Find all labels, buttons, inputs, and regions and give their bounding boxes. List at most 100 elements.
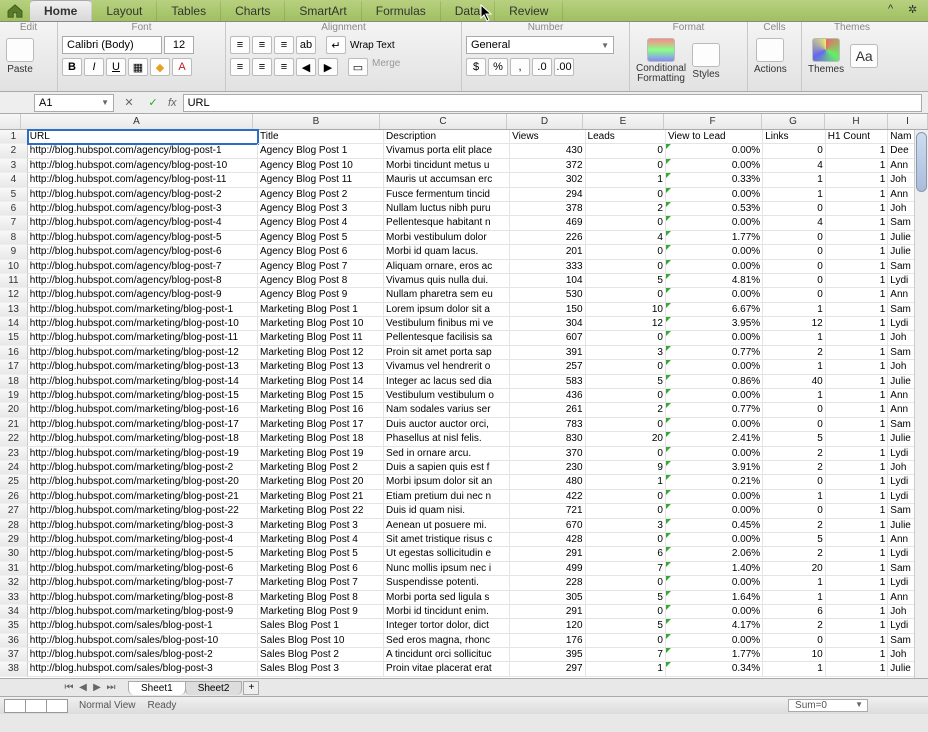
data-cell[interactable]: 6 — [763, 605, 826, 619]
data-cell[interactable]: 12 — [763, 317, 826, 331]
data-cell[interactable]: 1 — [763, 331, 826, 345]
scrollbar-thumb[interactable] — [916, 132, 927, 192]
styles-button[interactable]: Styles — [690, 41, 722, 82]
data-cell[interactable]: 0.33% — [666, 173, 763, 187]
data-cell[interactable]: Marketing Blog Post 16 — [258, 403, 384, 417]
data-cell[interactable]: 7 — [586, 562, 666, 576]
data-cell[interactable]: Morbi vestibulum dolor — [384, 231, 510, 245]
row-header[interactable]: 23 — [0, 447, 28, 461]
data-cell[interactable]: Nunc mollis ipsum nec i — [384, 562, 510, 576]
data-cell[interactable]: Integer ac lacus sed dia — [384, 375, 510, 389]
data-cell[interactable]: 0 — [763, 144, 826, 158]
row-header[interactable]: 5 — [0, 188, 28, 202]
data-cell[interactable]: 0 — [586, 576, 666, 590]
data-cell[interactable]: 0.00% — [666, 216, 763, 230]
merge-button[interactable]: Merge — [372, 58, 400, 76]
row-header[interactable]: 25 — [0, 475, 28, 489]
sum-display[interactable]: Sum=0 — [788, 699, 868, 712]
data-cell[interactable]: 0 — [763, 288, 826, 302]
data-cell[interactable]: Sales Blog Post 1 — [258, 619, 384, 633]
data-cell[interactable]: http://blog.hubspot.com/marketing/blog-p… — [28, 591, 258, 605]
data-cell[interactable]: 3 — [586, 346, 666, 360]
data-cell[interactable]: 583 — [510, 375, 585, 389]
data-cell[interactable]: http://blog.hubspot.com/marketing/blog-p… — [28, 504, 258, 518]
data-cell[interactable]: 1 — [826, 403, 889, 417]
row-header[interactable]: 19 — [0, 389, 28, 403]
header-cell[interactable]: URL — [28, 130, 258, 144]
data-cell[interactable]: 1 — [826, 519, 889, 533]
data-cell[interactable]: 1 — [826, 144, 889, 158]
data-cell[interactable]: Nullam luctus nibh puru — [384, 202, 510, 216]
data-cell[interactable]: Marketing Blog Post 12 — [258, 346, 384, 360]
data-cell[interactable]: 10 — [763, 648, 826, 662]
data-cell[interactable]: 1 — [763, 303, 826, 317]
data-cell[interactable]: 1 — [826, 432, 889, 446]
data-cell[interactable]: http://blog.hubspot.com/agency/blog-post… — [28, 173, 258, 187]
data-cell[interactable]: 1.77% — [666, 231, 763, 245]
column-header-F[interactable]: F — [664, 114, 762, 129]
row-header[interactable]: 35 — [0, 619, 28, 633]
data-cell[interactable]: 230 — [510, 461, 585, 475]
add-sheet-button[interactable]: + — [243, 681, 259, 695]
data-cell[interactable]: 3.91% — [666, 461, 763, 475]
data-cell[interactable]: 1 — [763, 591, 826, 605]
data-cell[interactable]: 294 — [510, 188, 585, 202]
data-cell[interactable]: 304 — [510, 317, 585, 331]
data-cell[interactable]: http://blog.hubspot.com/marketing/blog-p… — [28, 375, 258, 389]
fx-label[interactable]: fx — [168, 97, 177, 109]
menu-tab-review[interactable]: Review — [495, 1, 563, 21]
data-cell[interactable]: 1 — [826, 648, 889, 662]
sheet-nav-first[interactable]: ⏮ — [62, 682, 76, 693]
data-cell[interactable]: 0.00% — [666, 490, 763, 504]
data-cell[interactable]: Nullam pharetra sem eu — [384, 288, 510, 302]
data-cell[interactable]: http://blog.hubspot.com/sales/blog-post-… — [28, 634, 258, 648]
header-cell[interactable]: Leads — [586, 130, 666, 144]
data-cell[interactable]: 2 — [586, 202, 666, 216]
data-cell[interactable]: 1 — [826, 490, 889, 504]
data-cell[interactable]: Aliquam ornare, eros ac — [384, 260, 510, 274]
data-cell[interactable]: 391 — [510, 346, 585, 360]
column-header-C[interactable]: C — [380, 114, 507, 129]
data-cell[interactable]: 333 — [510, 260, 585, 274]
data-cell[interactable]: Marketing Blog Post 15 — [258, 389, 384, 403]
data-cell[interactable]: 422 — [510, 490, 585, 504]
data-cell[interactable]: 2 — [763, 346, 826, 360]
row-header[interactable]: 9 — [0, 245, 28, 259]
data-cell[interactable]: 0 — [586, 389, 666, 403]
data-cell[interactable]: Fusce fermentum tincid — [384, 188, 510, 202]
font-color-button[interactable]: A — [172, 58, 192, 76]
data-cell[interactable]: Lorem ipsum dolor sit a — [384, 303, 510, 317]
data-cell[interactable]: 1 — [586, 662, 666, 676]
data-cell[interactable]: 1 — [826, 346, 889, 360]
data-cell[interactable]: 0.00% — [666, 188, 763, 202]
data-cell[interactable]: 0 — [763, 504, 826, 518]
data-cell[interactable]: Morbi id tincidunt enim. — [384, 605, 510, 619]
row-header[interactable]: 6 — [0, 202, 28, 216]
row-header[interactable]: 11 — [0, 274, 28, 288]
data-cell[interactable]: 5 — [763, 432, 826, 446]
data-cell[interactable]: http://blog.hubspot.com/agency/blog-post… — [28, 144, 258, 158]
formula-input[interactable] — [183, 94, 922, 112]
column-header-D[interactable]: D — [507, 114, 583, 129]
data-cell[interactable]: http://blog.hubspot.com/marketing/blog-p… — [28, 346, 258, 360]
data-cell[interactable]: 430 — [510, 144, 585, 158]
data-cell[interactable]: 5 — [763, 533, 826, 547]
data-cell[interactable]: Morbi id quam lacus. — [384, 245, 510, 259]
data-cell[interactable]: 1 — [826, 662, 889, 676]
data-cell[interactable]: http://blog.hubspot.com/marketing/blog-p… — [28, 432, 258, 446]
data-cell[interactable]: 0 — [586, 260, 666, 274]
data-cell[interactable]: 291 — [510, 547, 585, 561]
data-cell[interactable]: 3.95% — [666, 317, 763, 331]
data-cell[interactable]: 0.00% — [666, 260, 763, 274]
data-cell[interactable]: 4.17% — [666, 619, 763, 633]
data-cell[interactable]: Suspendisse potenti. — [384, 576, 510, 590]
italic-button[interactable]: I — [84, 58, 104, 76]
data-cell[interactable]: 297 — [510, 662, 585, 676]
data-cell[interactable]: http://blog.hubspot.com/marketing/blog-p… — [28, 576, 258, 590]
data-cell[interactable]: Marketing Blog Post 19 — [258, 447, 384, 461]
data-cell[interactable]: A tincidunt orci sollicituc — [384, 648, 510, 662]
data-cell[interactable]: http://blog.hubspot.com/agency/blog-post… — [28, 216, 258, 230]
data-cell[interactable]: 0 — [586, 504, 666, 518]
row-header[interactable]: 8 — [0, 231, 28, 245]
data-cell[interactable]: 1 — [826, 634, 889, 648]
